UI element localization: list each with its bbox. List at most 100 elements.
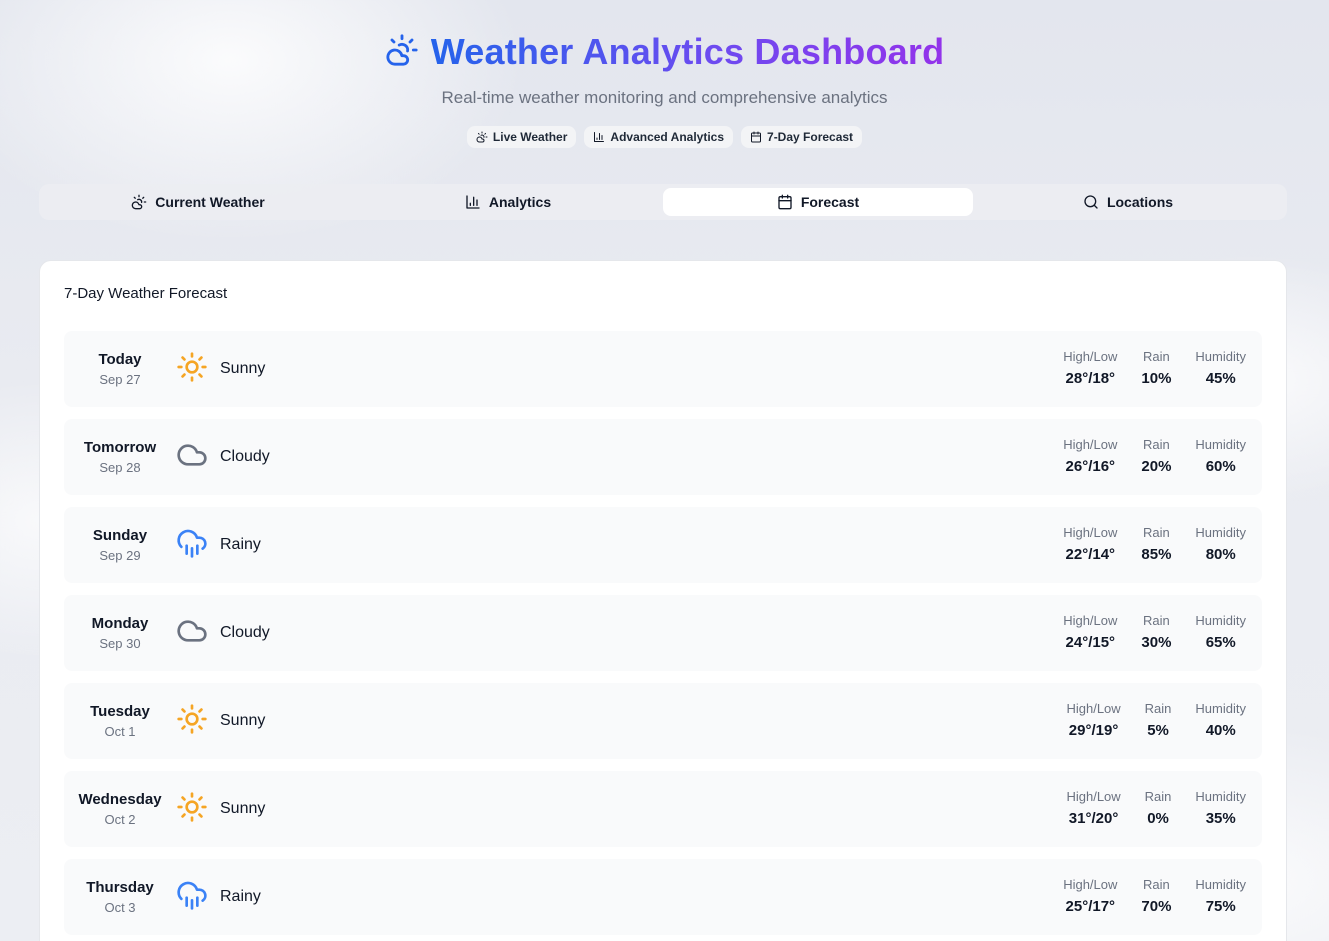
stat-value: 25°/17° bbox=[1065, 898, 1116, 915]
stat-label: High/Low bbox=[1063, 877, 1118, 892]
stat-value: 65% bbox=[1205, 634, 1236, 651]
stat-value: 60% bbox=[1205, 458, 1236, 475]
forecast-stats: High/Low 31°/20° Rain 0% Humidity 35% bbox=[1066, 789, 1246, 827]
day-name: Wednesday bbox=[78, 791, 162, 808]
bar-chart-icon bbox=[466, 195, 480, 209]
forecast-stats: High/Low 28°/18° Rain 10% Humidity 45% bbox=[1063, 349, 1246, 387]
calendar-icon bbox=[778, 194, 792, 210]
stat-label: High/Low bbox=[1063, 349, 1118, 364]
forecast-condition: Sunny bbox=[176, 791, 265, 828]
stat-rain: Rain 0% bbox=[1145, 789, 1172, 827]
forecast-condition: Rainy bbox=[176, 879, 261, 916]
forecast-row[interactable]: Wednesday Oct 2 Sunny High/Low 31°/20° R… bbox=[64, 771, 1262, 847]
sun-icon bbox=[176, 351, 208, 388]
cloud-sun-icon bbox=[132, 194, 147, 210]
forecast-stats: High/Low 24°/15° Rain 30% Humidity 65% bbox=[1063, 613, 1246, 651]
forecast-row[interactable]: Sunday Sep 29 Rainy High/Low 22°/14° Rai… bbox=[64, 507, 1262, 583]
day-date: Sep 30 bbox=[99, 636, 141, 651]
forecast-condition: Sunny bbox=[176, 703, 265, 740]
stat-highlow: High/Low 28°/18° bbox=[1063, 349, 1117, 387]
forecast-condition: Cloudy bbox=[176, 439, 270, 476]
forecast-row[interactable]: Thursday Oct 3 Rainy High/Low 25°/17° Ra… bbox=[64, 859, 1262, 935]
stat-label: High/Low bbox=[1066, 701, 1121, 716]
tab-locations[interactable]: Locations bbox=[973, 188, 1283, 216]
stat-humidity: Humidity 80% bbox=[1195, 525, 1246, 563]
forecast-day: Wednesday Oct 2 bbox=[64, 791, 176, 827]
forecast-list: Today Sep 27 Sunny High/Low 28°/18° Rain… bbox=[64, 331, 1262, 941]
stat-value: 80% bbox=[1205, 546, 1236, 563]
stat-label: High/Low bbox=[1063, 437, 1118, 452]
stat-value: 29°/19° bbox=[1068, 722, 1119, 739]
stat-value: 22°/14° bbox=[1065, 546, 1116, 563]
stat-label: Rain bbox=[1144, 789, 1172, 804]
day-name: Monday bbox=[91, 615, 149, 632]
forecast-condition: Cloudy bbox=[176, 615, 270, 652]
main-tabs: Current Weather Analytics Forecast Locat… bbox=[39, 184, 1287, 220]
stat-rain: Rain 30% bbox=[1141, 613, 1171, 651]
day-date: Oct 2 bbox=[104, 812, 136, 827]
stat-rain: Rain 10% bbox=[1141, 349, 1171, 387]
stat-label: Humidity bbox=[1195, 437, 1246, 452]
sun-icon bbox=[176, 791, 208, 828]
badge-live-weather: Live Weather bbox=[466, 126, 577, 148]
stat-label: High/Low bbox=[1063, 525, 1118, 540]
forecast-row[interactable]: Today Sep 27 Sunny High/Low 28°/18° Rain… bbox=[64, 331, 1262, 407]
page-subtitle: Real-time weather monitoring and compreh… bbox=[441, 88, 888, 107]
stat-label: Humidity bbox=[1195, 613, 1246, 628]
sun-icon bbox=[176, 703, 208, 740]
stat-rain: Rain 20% bbox=[1141, 437, 1171, 475]
tab-analytics[interactable]: Analytics bbox=[353, 188, 663, 216]
tab-label: Forecast bbox=[800, 194, 860, 210]
tab-current-weather[interactable]: Current Weather bbox=[43, 188, 353, 216]
forecast-row[interactable]: Monday Sep 30 Cloudy High/Low 24°/15° Ra… bbox=[64, 595, 1262, 671]
rain-icon bbox=[176, 879, 208, 916]
forecast-stats: High/Low 29°/19° Rain 5% Humidity 40% bbox=[1066, 701, 1246, 739]
stat-value: 85% bbox=[1141, 546, 1172, 563]
day-name: Sunday bbox=[92, 527, 148, 544]
forecast-row[interactable]: Tuesday Oct 1 Sunny High/Low 29°/19° Rai… bbox=[64, 683, 1262, 759]
stat-label: High/Low bbox=[1063, 613, 1118, 628]
stat-value: 26°/16° bbox=[1065, 458, 1116, 475]
condition-label: Sunny bbox=[220, 712, 266, 729]
stat-highlow: High/Low 29°/19° bbox=[1066, 701, 1120, 739]
stat-rain: Rain 5% bbox=[1145, 701, 1172, 739]
forecast-card: 7-Day Weather Forecast Today Sep 27 Sunn… bbox=[39, 260, 1287, 941]
stat-label: Humidity bbox=[1195, 701, 1246, 716]
forecast-condition: Rainy bbox=[176, 527, 261, 564]
tab-label: Analytics bbox=[488, 194, 552, 210]
tab-forecast[interactable]: Forecast bbox=[663, 188, 973, 216]
forecast-day: Thursday Oct 3 bbox=[64, 879, 176, 915]
stat-value: 0% bbox=[1147, 810, 1169, 827]
stat-value: 20% bbox=[1141, 458, 1172, 475]
forecast-day: Today Sep 27 bbox=[64, 351, 176, 387]
forecast-day: Sunday Sep 29 bbox=[64, 527, 176, 563]
badge-advanced-analytics: Advanced Analytics bbox=[584, 126, 734, 148]
stat-value: 30% bbox=[1141, 634, 1172, 651]
cloud-sun-icon bbox=[385, 33, 419, 72]
stat-rain: Rain 85% bbox=[1141, 525, 1171, 563]
condition-label: Sunny bbox=[220, 360, 266, 377]
day-date: Sep 29 bbox=[99, 548, 141, 563]
cloud-icon bbox=[176, 439, 208, 476]
forecast-stats: High/Low 26°/16° Rain 20% Humidity 60% bbox=[1063, 437, 1246, 475]
forecast-day: Tomorrow Sep 28 bbox=[64, 439, 176, 475]
stat-label: Rain bbox=[1143, 877, 1170, 892]
stat-label: Rain bbox=[1143, 437, 1170, 452]
stat-label: Humidity bbox=[1195, 525, 1246, 540]
day-date: Oct 3 bbox=[104, 900, 136, 915]
stat-value: 5% bbox=[1147, 722, 1169, 739]
stat-value: 75% bbox=[1205, 898, 1236, 915]
calendar-icon bbox=[751, 131, 762, 143]
condition-label: Rainy bbox=[220, 536, 261, 553]
bar-chart-icon bbox=[594, 132, 605, 142]
stat-value: 10% bbox=[1141, 370, 1172, 387]
stat-humidity: Humidity 40% bbox=[1195, 701, 1246, 739]
forecast-day: Monday Sep 30 bbox=[64, 615, 176, 651]
badge-7-day-forecast: 7-Day Forecast bbox=[741, 126, 863, 148]
stat-humidity: Humidity 75% bbox=[1195, 877, 1246, 915]
stat-value: 28°/18° bbox=[1065, 370, 1116, 387]
condition-label: Cloudy bbox=[220, 448, 270, 465]
forecast-row[interactable]: Tomorrow Sep 28 Cloudy High/Low 26°/16° … bbox=[64, 419, 1262, 495]
forecast-day: Tuesday Oct 1 bbox=[64, 703, 176, 739]
page-header: Weather Analytics Dashboard Real-time we… bbox=[0, 30, 1329, 148]
